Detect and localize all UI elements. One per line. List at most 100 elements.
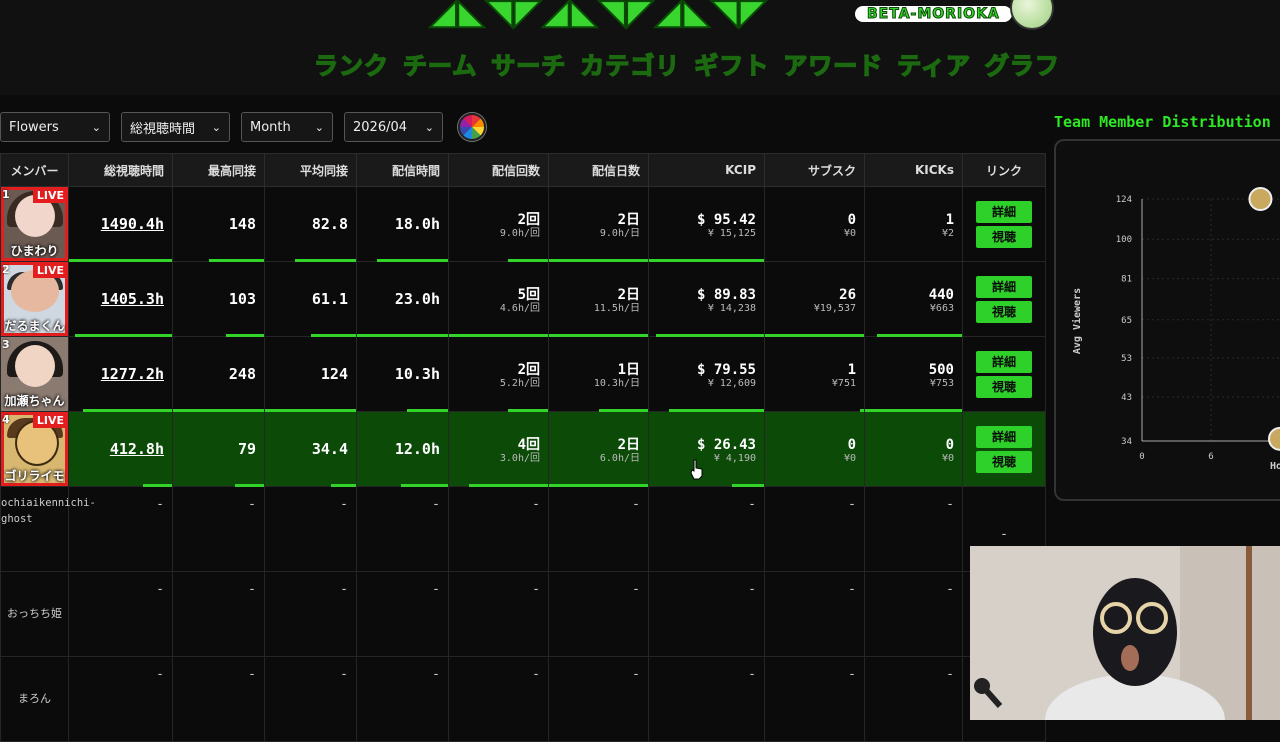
member-name: 加瀬ちゃん [4,394,65,408]
col-kicks[interactable]: KICKs [864,153,963,187]
site-logo[interactable]: ◢◣◥◤◢◣◥◤◢◣◥◤ [429,0,768,33]
col-total-hours[interactable]: 総視聴時間 [68,153,173,187]
total-hours-link[interactable]: 1277.2h [101,365,164,383]
empty-value: - [764,656,865,742]
member-cell[interactable]: おっちち姫 [0,571,69,657]
member-cell[interactable]: 2 LIVE だるまくん [0,261,69,337]
empty-value: - [448,486,549,572]
col-stream-time[interactable]: 配信時間 [356,153,449,187]
col-subs[interactable]: サブスク [764,153,865,187]
col-kcip[interactable]: KCIP [648,153,765,187]
scatter-point[interactable] [1268,426,1280,451]
member-cell[interactable]: ochiaikennichi- ghost [0,486,96,572]
peak-cell: 79 [172,411,265,487]
stream-time-cell: 10.3h [356,336,449,412]
kicks-sub: ¥753 [929,377,954,389]
period-select-value: Month [250,119,291,135]
webcam-overlay [970,546,1280,720]
logo-subtitle: BETA-MORIOKA [855,6,1012,23]
team-select[interactable]: Flowers ⌄ [0,112,110,142]
col-stream-days[interactable]: 配信日数 [548,153,649,187]
avatar[interactable]: 4 LIVE ゴリライモ [1,412,68,486]
rank-number: 1 [2,188,10,201]
days-sub: 9.0h/日 [599,227,640,239]
metric-select[interactable]: 総視聴時間 ⌄ [121,112,230,142]
detail-button[interactable]: 詳細 [976,350,1032,373]
kicks-cell: 440 ¥663 [864,261,963,337]
live-badge: LIVE [32,188,68,203]
subs-value: 0 [847,211,856,228]
kicks-sub: ¥2 [941,227,954,239]
member-name: おっちち姫 [7,607,62,620]
table-header-row: メンバー 総視聴時間 最高同接 平均同接 配信時間 配信回数 配信日数 KCIP… [0,153,1046,187]
team-select-value: Flowers [9,119,59,135]
kicks-value: 1 [945,211,954,228]
stream-count-cell: 4回 3.0h/回 [448,411,549,487]
rank-number: 2 [2,263,10,276]
nav-team[interactable]: チーム [401,46,479,81]
empty-value: - [264,656,357,742]
watch-button[interactable]: 視聴 [976,375,1032,398]
watch-button[interactable]: 視聴 [976,450,1032,473]
kcip-sub: ¥ 15,125 [707,227,756,239]
avatar[interactable]: 2 LIVE だるまくん [1,262,68,336]
empty-value: - [648,486,765,572]
detail-button[interactable]: 詳細 [976,425,1032,448]
count-value: 2回 [517,211,540,228]
links-cell: 詳細 視聴 [962,186,1046,262]
count-sub: 5.2h/回 [499,377,540,389]
avatar[interactable]: 3 加瀬ちゃん [1,337,68,411]
nav-tier[interactable]: ティア [895,46,973,81]
total-hours-link[interactable]: 1490.4h [101,215,164,233]
nav-graph[interactable]: グラフ [983,46,1062,81]
scatter-plot: Avg Viewers Hours 1241008165534334 06 [1071,187,1280,472]
nav-gift[interactable]: ギフト [692,46,771,81]
kicks-cell: 1 ¥2 [864,186,963,262]
nav-category[interactable]: カテゴリ [578,46,682,81]
col-peak[interactable]: 最高同接 [172,153,265,187]
avg-value: 124 [320,365,348,383]
watch-button[interactable]: 視聴 [976,225,1032,248]
month-select[interactable]: 2026/04 ⌄ [344,112,443,142]
member-cell[interactable]: 4 LIVE ゴリライモ [0,411,69,487]
y-tick-label: 81 [1121,275,1132,285]
period-select[interactable]: Month ⌄ [241,112,333,142]
watch-button[interactable]: 視聴 [976,300,1032,323]
y-ticks: 124 100 81 65 53 43 34 [1116,195,1132,447]
kcip-cell: $ 95.42 ¥ 15,125 [648,186,765,262]
rank-number: 4 [2,413,10,426]
total-hours-link[interactable]: 1405.3h [101,290,164,308]
nav-rank[interactable]: ランク [312,46,391,81]
scatter-point[interactable] [1248,187,1273,211]
table-row: まろん - - - - - - - - - [0,656,1046,742]
nav-award[interactable]: アワード [781,46,885,81]
member-cell[interactable]: 3 加瀬ちゃん [0,336,69,412]
member-cell[interactable]: まろん [0,656,69,742]
col-stream-count[interactable]: 配信回数 [448,153,549,187]
col-avg[interactable]: 平均同接 [264,153,357,187]
x-tick-label: 6 [1208,452,1213,462]
links-cell: 詳細 視聴 [962,336,1046,412]
subs-cell: 1 ¥751 [764,336,865,412]
stream-time-cell: 18.0h [356,186,449,262]
table-row: 1 LIVE ひまわり 1490.4h 148 82.8 18.0h 2回 9.0… [0,186,1046,262]
roulette-wheel-icon[interactable] [458,113,486,141]
detail-button[interactable]: 詳細 [976,200,1032,223]
kcip-sub: ¥ 12,609 [707,377,756,389]
member-name: まろん [18,692,51,705]
avatar[interactable]: 1 LIVE ひまわり [1,187,68,261]
detail-button[interactable]: 詳細 [976,275,1032,298]
y-tick-label: 43 [1121,393,1132,403]
live-badge: LIVE [32,413,68,428]
empty-value: - [864,571,963,657]
days-value: 2日 [617,436,640,453]
member-cell[interactable]: 1 LIVE ひまわり [0,186,69,262]
col-member[interactable]: メンバー [0,153,69,187]
total-hours-link[interactable]: 412.8h [110,440,164,458]
chevron-down-icon: ⌄ [91,120,101,134]
table-row: ochiaikennichi- ghost - - - - - - - - - … [0,486,1046,572]
stream-time-value: 10.3h [394,365,440,383]
y-tick-label: 34 [1121,437,1132,447]
nav-search[interactable]: サーチ [489,46,568,81]
col-links: リンク [962,153,1046,187]
